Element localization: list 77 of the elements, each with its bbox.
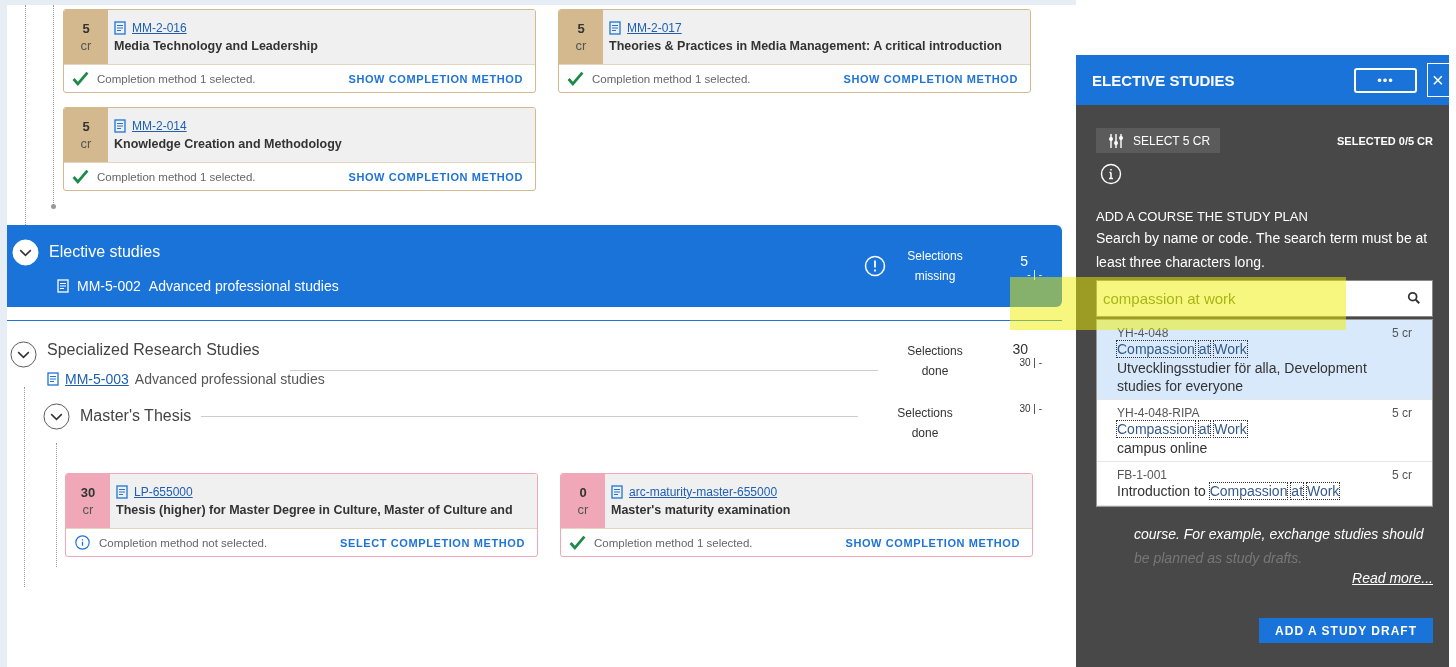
credits-range: 30 | - [1019,357,1042,368]
course-code-link[interactable]: MM-5-003 [65,371,129,387]
credits-value: 30 [1012,341,1028,357]
selected-credits: SELECTED 0/5 CR [1337,134,1433,147]
section-title: Specialized Research Studies [47,341,260,359]
info-icon[interactable] [1100,163,1122,185]
search-result-item[interactable]: YH-4-048-RIPA 5 cr Compassion at Work campus online [1097,400,1432,462]
document-icon [116,485,128,499]
section-title: Elective studies [49,243,161,261]
selection-status: Selections missing [906,248,964,285]
document-icon [114,21,126,35]
note-text: course. For example, exchange studies should [1134,525,1425,544]
completion-status: Completion method 1 selected. [592,72,752,85]
result-code: YH-4-048 [1117,326,1169,340]
completion-status: Completion method not selected. [99,536,269,549]
course-code-link[interactable]: LP-655000 [134,485,193,499]
close-button[interactable]: × [1427,63,1449,97]
credits-label: 0 cr [561,474,605,528]
course-code-link[interactable]: MM-2-017 [627,21,682,35]
selection-status: Selections done [906,343,964,380]
search-result-item[interactable]: FB-1-001 5 cr Introduction to Compassion at Work [1097,462,1432,506]
result-code: FB-1-001 [1117,468,1168,482]
search-instructions: Search by name or code. The search term must be at least three characters long. [1096,229,1429,272]
document-icon [57,278,69,293]
completion-status: Completion method 1 selected. [594,536,754,549]
document-icon [609,21,621,35]
search-result-item[interactable]: YH-4-048 5 cr Compassion at Work Utvecklingsstudier för alla, Development studies for everyone [1097,320,1432,400]
result-credits: 5 cr [1392,468,1412,482]
search-icon[interactable] [1407,291,1421,305]
completion-method-link[interactable]: SELECT COMPLETION METHOD [340,536,525,549]
read-more-link[interactable]: Read more... [1352,570,1433,586]
select-credits-button[interactable]: SELECT 5 CR [1096,128,1221,153]
result-subtitle: Utvecklingsstudier för alla, Development studies for everyone [1117,359,1368,395]
panel-title: ELECTIVE STUDIES [1092,71,1236,89]
document-icon [114,119,126,133]
result-title: Compassion at Work [1117,420,1248,439]
credits-range: 30 | - [1019,403,1042,414]
exclamation-icon [864,255,886,277]
credits-label: 5 cr [559,10,603,64]
credits-label: 5 cr [64,108,108,162]
document-icon [611,485,623,499]
more-button[interactable]: ••• [1354,67,1417,93]
add-course-heading: ADD A COURSE THE STUDY PLAN [1096,209,1309,224]
course-name: Advanced professional studies [148,277,339,294]
sliders-icon [1108,132,1124,149]
completion-method-link[interactable]: SHOW COMPLETION METHOD [348,170,523,183]
result-code: YH-4-048-RIPA [1117,406,1200,420]
course-code-link[interactable]: MM-2-016 [132,21,187,35]
result-subtitle: campus online [1117,439,1209,457]
credits-range: - | - [1027,268,1042,280]
completion-method-link[interactable]: SHOW COMPLETION METHOD [845,536,1020,549]
completion-status: Completion method 1 selected. [97,72,257,85]
section-title: Master's Thesis [80,407,192,425]
credits-label: 5 cr [64,10,108,64]
result-credits: 5 cr [1392,326,1412,340]
course-title: Theories & Practices in Media Management: A critical introduction [609,39,1003,53]
selection-status: Selections done [896,405,954,442]
course-code-link[interactable]: arc-maturity-master-655000 [629,485,778,499]
completion-status: Completion method 1 selected. [97,170,257,183]
result-title: Introduction to Compassion at Work [1117,482,1341,501]
completion-method-link[interactable]: SHOW COMPLETION METHOD [843,72,1018,85]
completion-method-link[interactable]: SHOW COMPLETION METHOD [348,72,523,85]
course-code-link[interactable]: MM-2-014 [132,119,187,133]
course-code: MM-5-002 [77,277,141,294]
course-title: Master's maturity examination [611,503,792,517]
course-title: Thesis (higher) for Master Degree in Culture, Master of Culture and [116,503,514,517]
chevron-down-icon[interactable] [10,341,37,368]
credits-value: 5 [1020,252,1028,269]
course-title: Media Technology and Leadership [114,39,319,53]
result-title: Compassion at Work [1117,340,1248,359]
course-title: Knowledge Creation and Methodology [114,137,343,151]
add-study-draft-button[interactable]: ADD A STUDY DRAFT [1259,618,1433,643]
course-name: Advanced professional studies [134,371,325,387]
document-icon [47,372,59,386]
chevron-down-icon[interactable] [43,403,70,430]
credits-label: 30 cr [66,474,110,528]
result-credits: 5 cr [1392,406,1412,420]
